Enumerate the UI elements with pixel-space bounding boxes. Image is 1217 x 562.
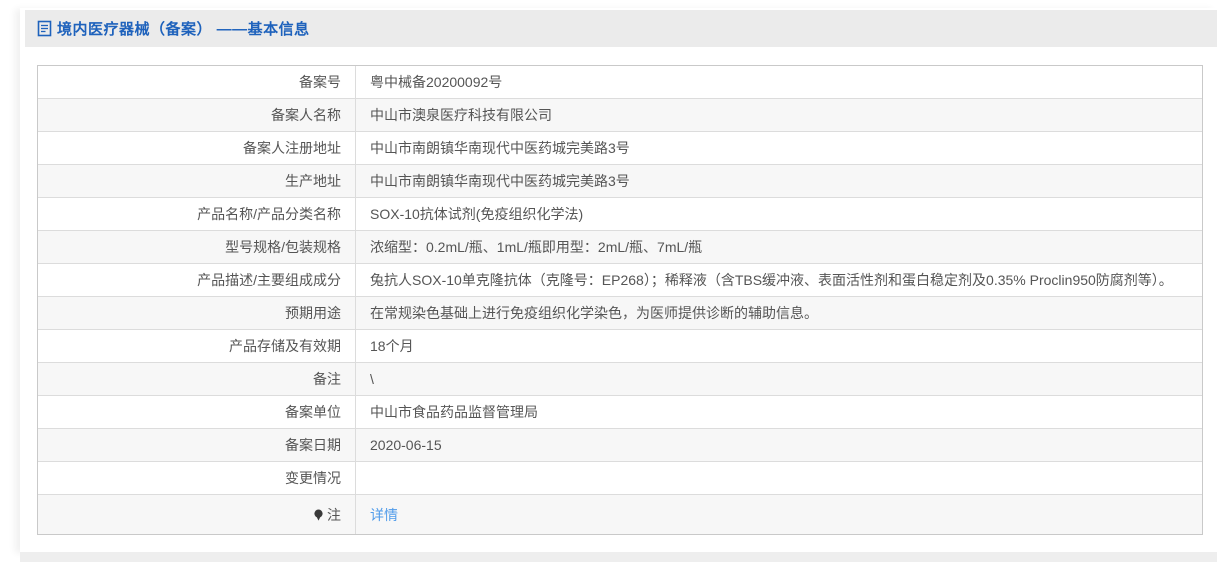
table-row: 注 详情 bbox=[38, 495, 1202, 534]
row-value-text: 中山市南朗镇华南现代中医药城完美路3号 bbox=[370, 173, 630, 189]
row-value-text: 兔抗人SOX-10单克隆抗体（克隆号：EP268）；稀释液（含TBS缓冲液、表面… bbox=[370, 272, 1173, 288]
detail-link[interactable]: 详情 bbox=[370, 505, 398, 525]
row-value: 粤中械备20200092号 bbox=[356, 66, 1202, 98]
row-label: 产品描述/主要组成成分 bbox=[38, 264, 356, 296]
row-value: \ bbox=[356, 363, 1202, 395]
row-value-text: 中山市南朗镇华南现代中医药城完美路3号 bbox=[370, 140, 630, 156]
row-label: 生产地址 bbox=[38, 165, 356, 197]
row-value-text: 中山市澳泉医疗科技有限公司 bbox=[370, 107, 552, 123]
table-row: 备案号 粤中械备20200092号 bbox=[38, 66, 1202, 99]
row-value: 兔抗人SOX-10单克隆抗体（克隆号：EP268）；稀释液（含TBS缓冲液、表面… bbox=[356, 264, 1202, 296]
row-label: 产品名称/产品分类名称 bbox=[38, 198, 356, 230]
table-row: 型号规格/包装规格 浓缩型：0.2mL/瓶、1mL/瓶即用型：2mL/瓶、7mL/… bbox=[38, 231, 1202, 264]
row-label-text: 备注 bbox=[313, 371, 341, 387]
row-label: 预期用途 bbox=[38, 297, 356, 329]
table-row: 产品描述/主要组成成分 兔抗人SOX-10单克隆抗体（克隆号：EP268）；稀释液… bbox=[38, 264, 1202, 297]
bulb-icon bbox=[313, 509, 324, 522]
row-value-text: 18个月 bbox=[370, 338, 414, 354]
table-row: 备案人名称 中山市澳泉医疗科技有限公司 bbox=[38, 99, 1202, 132]
row-label: 型号规格/包装规格 bbox=[38, 231, 356, 263]
row-value: 中山市食品药品监督管理局 bbox=[356, 396, 1202, 428]
row-label-text: 备案日期 bbox=[285, 437, 341, 453]
row-label-text: 变更情况 bbox=[285, 470, 341, 486]
row-value: 浓缩型：0.2mL/瓶、1mL/瓶即用型：2mL/瓶、7mL/瓶 bbox=[356, 231, 1202, 263]
row-label: 产品存储及有效期 bbox=[38, 330, 356, 362]
page-bottom-strip bbox=[20, 552, 1217, 562]
row-value-text: 粤中械备20200092号 bbox=[370, 74, 503, 90]
row-label: 备案人注册地址 bbox=[38, 132, 356, 164]
section-header: 境内医疗器械（备案） ——基本信息 bbox=[25, 10, 1217, 47]
table-row: 预期用途 在常规染色基础上进行免疫组织化学染色，为医师提供诊断的辅助信息。 bbox=[38, 297, 1202, 330]
table-row: 备注 \ bbox=[38, 363, 1202, 396]
row-value: 中山市南朗镇华南现代中医药城完美路3号 bbox=[356, 132, 1202, 164]
row-label: 备注 bbox=[38, 363, 356, 395]
row-value bbox=[356, 462, 1202, 494]
row-label-text: 备案号 bbox=[299, 74, 341, 90]
table-row: 产品存储及有效期 18个月 bbox=[38, 330, 1202, 363]
row-label-text: 产品描述/主要组成成分 bbox=[197, 272, 341, 288]
page-title: 境内医疗器械（备案） ——基本信息 bbox=[57, 21, 310, 38]
table-row: 生产地址 中山市南朗镇华南现代中医药城完美路3号 bbox=[38, 165, 1202, 198]
row-value-text: \ bbox=[370, 371, 374, 387]
row-label-text: 型号规格/包装规格 bbox=[225, 239, 341, 255]
table-row: 备案日期 2020-06-15 bbox=[38, 429, 1202, 462]
row-label: 注 bbox=[38, 495, 356, 534]
row-label-text: 备案单位 bbox=[285, 404, 341, 420]
row-label: 变更情况 bbox=[38, 462, 356, 494]
row-value: SOX-10抗体试剂(免疫组织化学法) bbox=[356, 198, 1202, 230]
row-label-text: 预期用途 bbox=[285, 305, 341, 321]
row-value: 中山市澳泉医疗科技有限公司 bbox=[356, 99, 1202, 131]
row-label-text: 注 bbox=[327, 506, 341, 523]
row-value-text: 浓缩型：0.2mL/瓶、1mL/瓶即用型：2mL/瓶、7mL/瓶 bbox=[370, 239, 703, 255]
info-table: 备案号 粤中械备20200092号备案人名称 中山市澳泉医疗科技有限公司备案人注册地… bbox=[37, 65, 1203, 535]
row-label-text: 备案人注册地址 bbox=[243, 140, 341, 156]
document-icon bbox=[37, 20, 52, 37]
row-value-text: 中山市食品药品监督管理局 bbox=[370, 404, 538, 420]
row-label-text: 生产地址 bbox=[285, 173, 341, 189]
table-row: 备案单位 中山市食品药品监督管理局 bbox=[38, 396, 1202, 429]
row-value: 在常规染色基础上进行免疫组织化学染色，为医师提供诊断的辅助信息。 bbox=[356, 297, 1202, 329]
row-value: 详情 bbox=[356, 495, 1202, 534]
table-row: 备案人注册地址 中山市南朗镇华南现代中医药城完美路3号 bbox=[38, 132, 1202, 165]
row-label: 备案单位 bbox=[38, 396, 356, 428]
row-label: 备案日期 bbox=[38, 429, 356, 461]
table-row: 产品名称/产品分类名称 SOX-10抗体试剂(免疫组织化学法) bbox=[38, 198, 1202, 231]
row-value: 2020-06-15 bbox=[356, 429, 1202, 461]
row-label: 备案人名称 bbox=[38, 99, 356, 131]
table-row: 变更情况 bbox=[38, 462, 1202, 495]
row-label-text: 备案人名称 bbox=[271, 107, 341, 123]
row-label-text: 产品名称/产品分类名称 bbox=[197, 206, 341, 222]
row-value-text: 在常规染色基础上进行免疫组织化学染色，为医师提供诊断的辅助信息。 bbox=[370, 305, 818, 321]
page-container: 境内医疗器械（备案） ——基本信息 备案号 粤中械备20200092号 备案人名称中… bbox=[20, 8, 1217, 552]
row-label-text: 产品存储及有效期 bbox=[229, 338, 341, 354]
row-value: 中山市南朗镇华南现代中医药城完美路3号 bbox=[356, 165, 1202, 197]
row-value-text: 2020-06-15 bbox=[370, 437, 442, 453]
row-value-text: SOX-10抗体试剂(免疫组织化学法) bbox=[370, 206, 584, 222]
row-value: 18个月 bbox=[356, 330, 1202, 362]
row-label: 备案号 bbox=[38, 66, 356, 98]
